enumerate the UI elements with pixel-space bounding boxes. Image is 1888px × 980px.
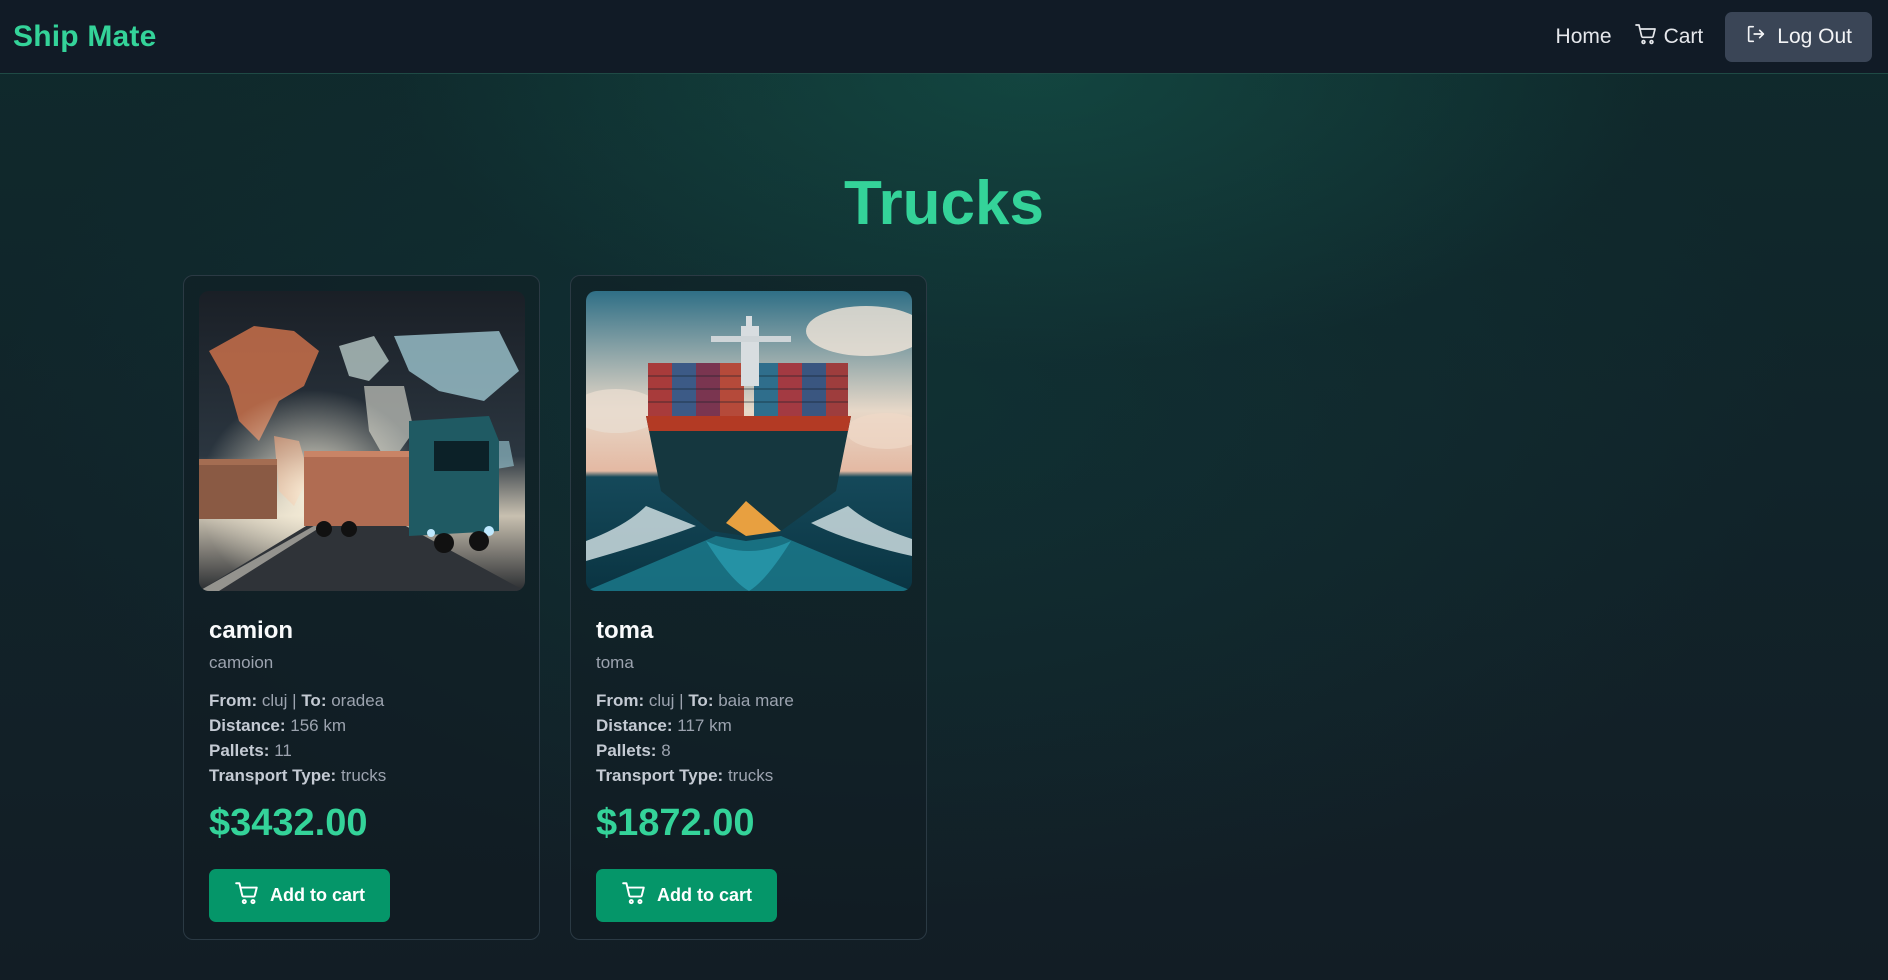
route-separator: | xyxy=(679,691,684,710)
pallets-value: 8 xyxy=(661,741,671,760)
nav-cart-link[interactable]: Cart xyxy=(1628,16,1710,58)
transport-type-row: Transport Type: trucks xyxy=(596,763,901,788)
cart-icon xyxy=(234,880,260,911)
distance-value: 117 km xyxy=(677,716,732,735)
card-price: $1872.00 xyxy=(596,802,755,844)
logout-icon xyxy=(1745,23,1767,51)
nav-home-link[interactable]: Home xyxy=(1550,19,1618,55)
logout-label: Log Out xyxy=(1777,24,1852,48)
pallets-row: Pallets: 11 xyxy=(209,738,514,763)
from-value: cluj xyxy=(261,691,288,710)
card-subtitle: toma xyxy=(596,653,634,672)
transport-type-label: Transport Type: xyxy=(596,766,724,785)
to-label: To: xyxy=(301,691,327,710)
distance-row: Distance: 156 km xyxy=(209,713,514,738)
route-row: From: cluj | To: baia mare xyxy=(596,688,901,713)
add-to-cart-label: Add to cart xyxy=(657,885,753,905)
pallets-row: Pallets: 8 xyxy=(596,738,901,763)
brand-logo[interactable]: Ship Mate xyxy=(13,20,156,54)
card-details: From: cluj | To: baia mare Distance: 117… xyxy=(596,688,901,788)
to-value: oradea xyxy=(331,691,385,710)
distance-value: 156 km xyxy=(290,716,347,735)
pallets-label: Pallets: xyxy=(596,741,657,760)
distance-label: Distance: xyxy=(596,716,673,735)
to-value: baia mare xyxy=(718,691,794,710)
pallets-label: Pallets: xyxy=(209,741,270,760)
add-to-cart-button[interactable]: Add to cart xyxy=(209,869,391,922)
card-body: camion camoion From: cluj | To: oradea D… xyxy=(199,591,524,922)
from-value: cluj xyxy=(648,691,675,710)
transport-type-value: trucks xyxy=(340,766,387,785)
add-to-cart-button[interactable]: Add to cart xyxy=(596,869,778,922)
from-label: From: xyxy=(209,691,258,710)
nav-links: Home Cart Log Out xyxy=(1550,11,1872,62)
card-subtitle: camoion xyxy=(209,653,274,672)
add-to-cart-label: Add to cart xyxy=(270,885,366,905)
product-card: camion camoion From: cluj | To: oradea D… xyxy=(183,275,540,940)
cart-icon xyxy=(1634,22,1658,52)
cart-icon xyxy=(621,880,647,911)
to-label: To: xyxy=(688,691,714,710)
nav-home-label: Home xyxy=(1555,24,1612,48)
from-label: From: xyxy=(596,691,645,710)
transport-type-row: Transport Type: trucks xyxy=(209,763,514,788)
card-title: toma xyxy=(596,617,654,644)
card-body: toma toma From: cluj | To: baia mare Dis… xyxy=(586,591,911,922)
world-map-truck-image xyxy=(199,291,525,591)
transport-type-label: Transport Type: xyxy=(209,766,337,785)
card-price: $3432.00 xyxy=(209,802,368,844)
pallets-value: 11 xyxy=(274,741,292,760)
navbar: Ship Mate Home Cart Log Out xyxy=(0,0,1888,74)
transport-type-value: trucks xyxy=(727,766,774,785)
distance-label: Distance: xyxy=(209,716,286,735)
logout-button[interactable]: Log Out xyxy=(1725,11,1872,62)
card-grid: camion camoion From: cluj | To: oradea D… xyxy=(183,275,927,940)
nav-cart-label: Cart xyxy=(1663,24,1704,48)
route-separator: | xyxy=(292,691,297,710)
card-title: camion xyxy=(209,617,294,644)
card-details: From: cluj | To: oradea Distance: 156 km… xyxy=(209,688,514,788)
container-ship-image xyxy=(586,291,912,591)
page-title: Trucks xyxy=(844,169,1044,238)
distance-row: Distance: 117 km xyxy=(596,713,901,738)
product-card: toma toma From: cluj | To: baia mare Dis… xyxy=(570,275,927,940)
route-row: From: cluj | To: oradea xyxy=(209,688,514,713)
